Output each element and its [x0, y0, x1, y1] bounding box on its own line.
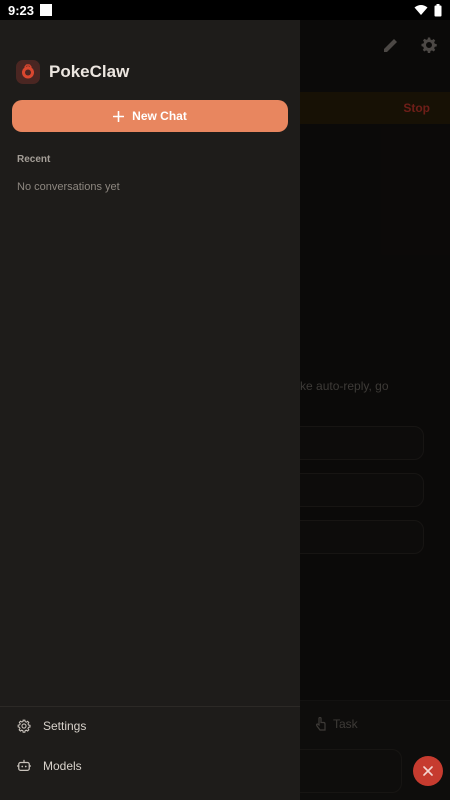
- claw-logo-icon: [22, 64, 34, 79]
- recent-heading: Recent: [17, 154, 51, 165]
- plus-icon: [113, 110, 125, 122]
- status-bar: 9:23: [0, 0, 450, 20]
- battery-icon: [434, 3, 442, 16]
- status-time: 9:23: [8, 2, 35, 18]
- drawer-item-label: Models: [43, 759, 82, 773]
- drawer-divider: [0, 706, 300, 707]
- close-icon: [423, 766, 433, 776]
- empty-conversations-text: No conversations yet: [17, 181, 120, 193]
- status-right: [414, 3, 442, 17]
- drawer-item-settings[interactable]: Settings: [0, 708, 300, 744]
- wifi-icon: [414, 5, 428, 15]
- brand-header: PokeClaw: [16, 60, 129, 84]
- new-chat-button[interactable]: New Chat: [12, 100, 288, 132]
- gear-icon: [17, 719, 31, 733]
- drawer-item-models[interactable]: Models: [0, 748, 300, 784]
- notification-icon: [40, 4, 53, 16]
- app-logo: [16, 60, 40, 84]
- app-name: PokeClaw: [49, 62, 130, 81]
- navigation-drawer: PokeClaw New Chat Recent No conversation…: [0, 20, 300, 800]
- close-floating-button[interactable]: [413, 756, 443, 786]
- new-chat-label: New Chat: [132, 109, 187, 123]
- drawer-item-label: Settings: [43, 719, 87, 733]
- robot-icon: [17, 759, 31, 771]
- status-left: 9:23: [8, 2, 53, 18]
